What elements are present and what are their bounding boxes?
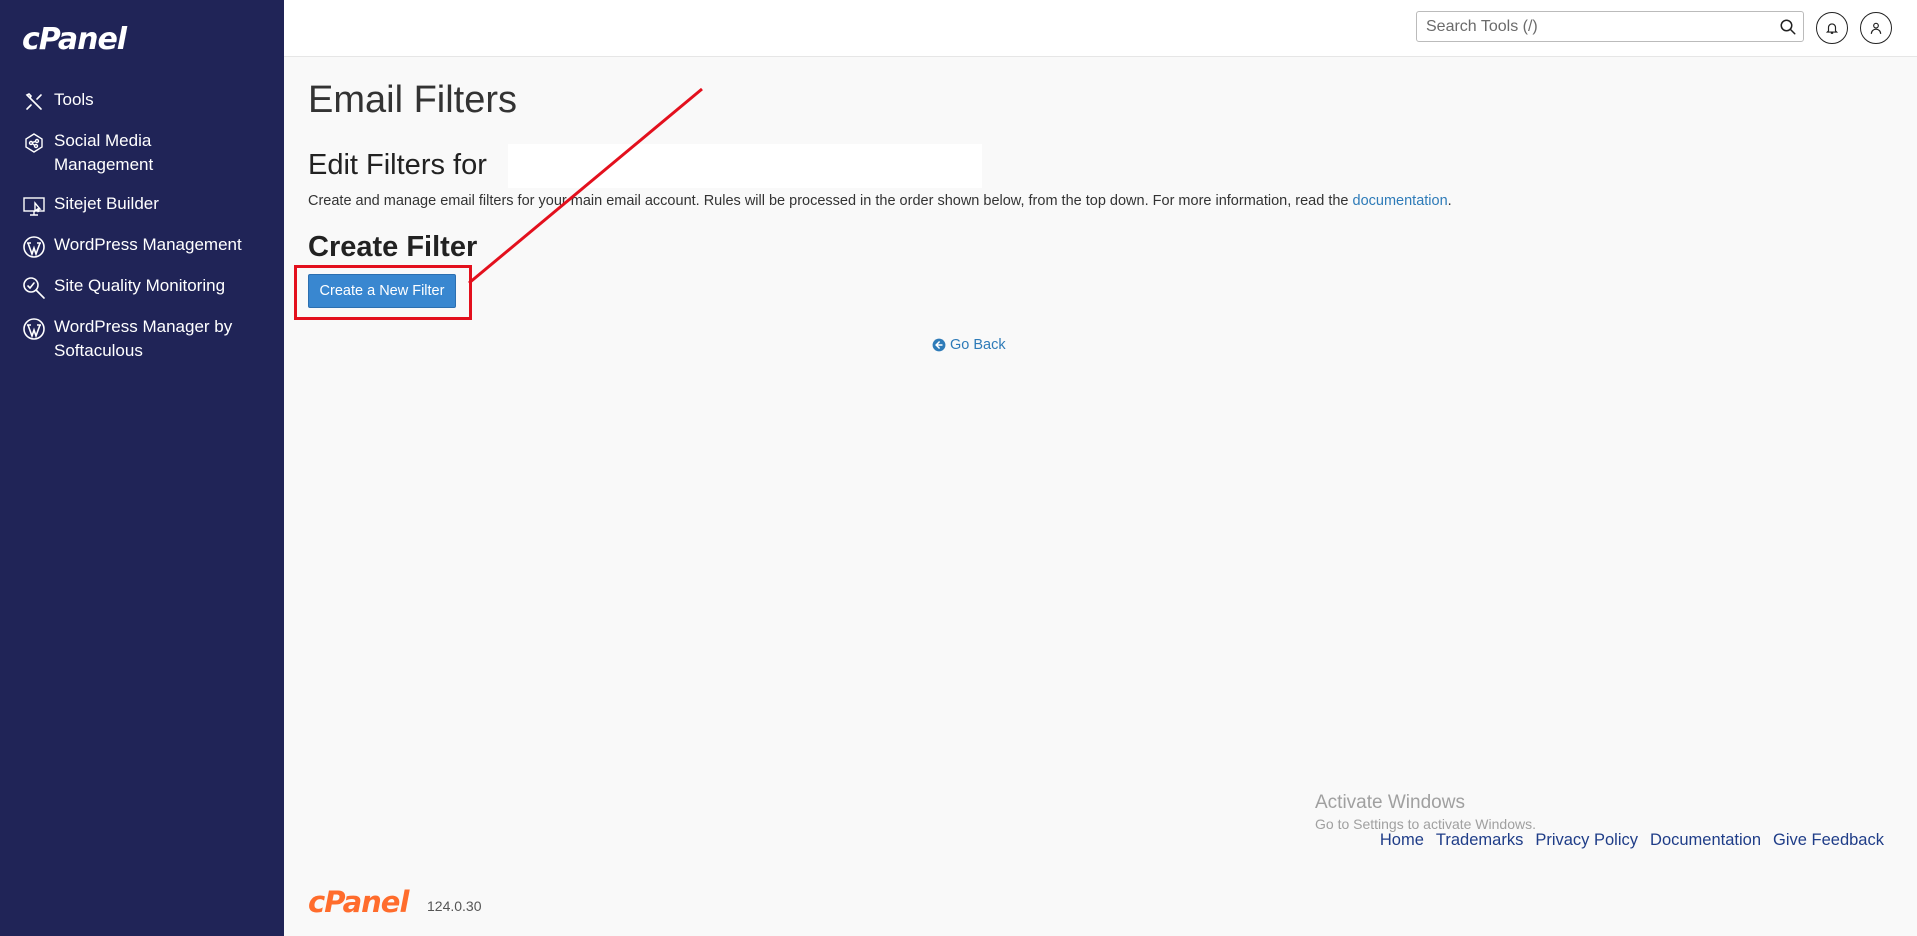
sidebar-item-wordpress-management[interactable]: WordPress Management [0,233,284,259]
search-box [1416,11,1804,42]
wordpress-icon [23,236,45,258]
sidebar: cPanel Tools Social Media Management Sit… [0,0,284,936]
documentation-link[interactable]: documentation [1353,193,1448,209]
edit-filters-title: Edit Filters for [308,149,487,181]
footer-link-privacy[interactable]: Privacy Policy [1535,831,1638,850]
sidebar-item-label: Site Quality Monitoring [54,276,226,295]
sidebar-item-label: Social Media Management [54,131,154,174]
top-header [284,0,1917,57]
footer-link-trademarks[interactable]: Trademarks [1436,831,1523,850]
wordpress-icon [23,318,45,340]
user-menu-button[interactable] [1860,12,1892,44]
footer-cpanel-logo: cPanel [308,885,409,919]
sidebar-item-social-media[interactable]: Social Media Management [0,129,284,177]
description-body: Create and manage email filters for your… [308,193,1353,209]
description-period: . [1447,193,1452,209]
sidebar-item-sitejet[interactable]: Sitejet Builder [0,192,284,218]
footer-link-home[interactable]: Home [1380,831,1424,850]
notifications-button[interactable] [1816,12,1848,44]
sitejet-icon [23,197,45,216]
redacted-account [508,144,982,188]
search-icon[interactable] [1779,18,1797,36]
magnifier-icon [23,277,45,299]
footer-link-feedback[interactable]: Give Feedback [1773,831,1884,850]
sidebar-item-label: Sitejet Builder [54,194,159,213]
go-back-link[interactable]: Go Back [932,337,1006,353]
sidebar-nav: Tools Social Media Management Sitejet Bu… [0,88,284,378]
sidebar-item-label: Tools [54,90,94,109]
windows-activation-watermark: Activate Windows Go to Settings to activ… [1315,792,1536,832]
cpanel-logo[interactable]: cPanel [22,22,127,57]
version-text: 124.0.30 [427,898,482,914]
tools-icon [25,93,42,110]
sidebar-item-wordpress-softaculous[interactable]: WordPress Manager by Softaculous [0,315,284,363]
sidebar-item-tools[interactable]: Tools [0,88,284,114]
arrow-circle-left-icon [932,338,946,352]
page-title: Email Filters [308,79,518,121]
search-input[interactable] [1417,12,1803,41]
go-back-label: Go Back [950,337,1006,353]
create-new-filter-button[interactable]: Create a New Filter [308,274,456,308]
footer-link-documentation[interactable]: Documentation [1650,831,1761,850]
watermark-line1: Activate Windows [1315,792,1465,813]
sidebar-item-label: WordPress Manager by Softaculous [54,317,233,360]
user-icon [1870,22,1882,34]
sidebar-item-label: WordPress Management [54,235,242,254]
bell-icon [1825,23,1839,34]
description-text: Create and manage email filters for your… [308,193,1452,209]
watermark-line2: Go to Settings to activate Windows. [1315,816,1536,832]
sidebar-item-site-quality[interactable]: Site Quality Monitoring [0,274,284,300]
social-media-icon [25,133,43,153]
footer-links: Home Trademarks Privacy Policy Documenta… [1368,831,1884,850]
main-content: Email Filters Edit Filters for Create an… [284,57,1917,936]
create-filter-title: Create Filter [308,231,478,263]
